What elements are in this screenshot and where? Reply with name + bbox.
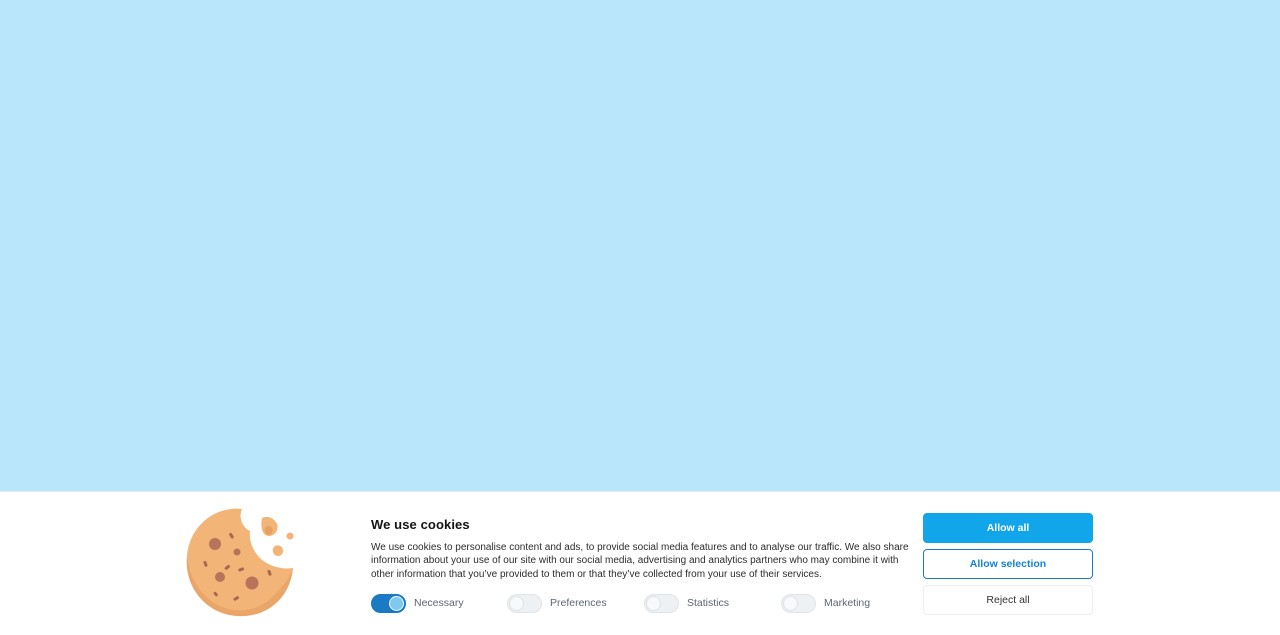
page-background	[0, 0, 1280, 491]
switch-knob	[509, 595, 524, 611]
allow-selection-button[interactable]: Allow selection	[923, 549, 1093, 579]
banner-description: We use cookies to personalise content an…	[371, 542, 909, 580]
allow-all-button[interactable]: Allow all	[923, 513, 1093, 543]
toggle-preferences[interactable]: Preferences	[507, 593, 607, 613]
reject-all-button[interactable]: Reject all	[923, 585, 1093, 615]
switch-knob	[783, 595, 798, 611]
preferences-switch[interactable]	[507, 593, 542, 613]
cookie-consent-banner: We use cookies We use cookies to persona…	[0, 491, 1280, 635]
banner-content: We use cookies We use cookies to persona…	[371, 516, 911, 581]
cookie-icon	[186, 508, 294, 617]
necessary-switch[interactable]	[371, 593, 406, 613]
toggle-label-statistics: Statistics	[687, 597, 730, 609]
toggle-marketing[interactable]: Marketing	[781, 593, 870, 613]
switch-knob	[389, 595, 404, 611]
toggle-label-preferences: Preferences	[550, 597, 607, 609]
toggle-label-marketing: Marketing	[824, 597, 871, 609]
switch-knob	[646, 595, 661, 611]
marketing-switch[interactable]	[781, 593, 816, 613]
banner-title: We use cookies	[371, 517, 470, 532]
toggle-statistics[interactable]: Statistics	[644, 593, 729, 613]
toggle-necessary[interactable]: Necessary	[371, 593, 464, 613]
toggle-label-necessary: Necessary	[414, 597, 464, 609]
consent-toggles: Necessary Preferences Statistics Marketi…	[371, 593, 911, 613]
statistics-switch[interactable]	[644, 593, 679, 613]
